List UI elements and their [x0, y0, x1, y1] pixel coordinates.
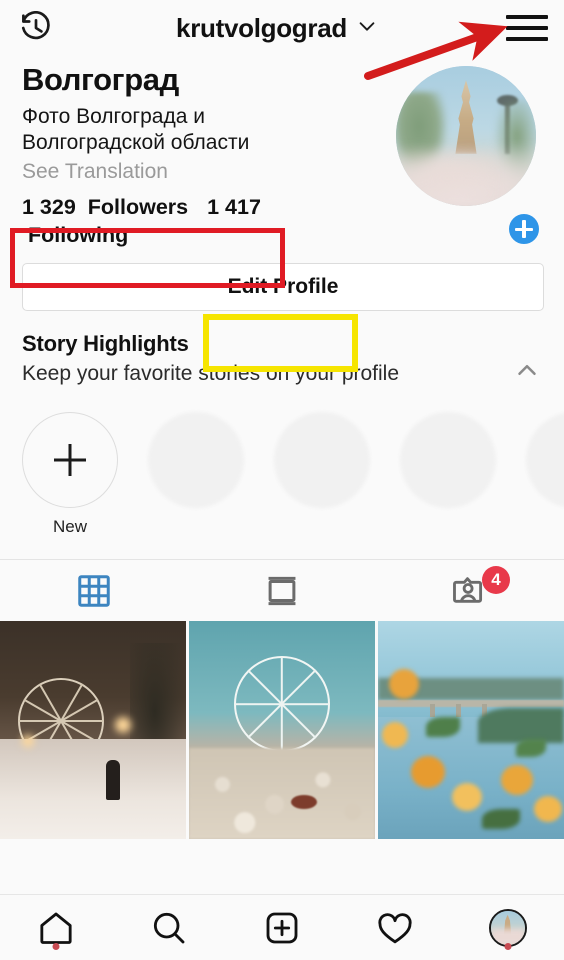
bottom-navigation	[0, 894, 564, 960]
followers-label: Followers	[87, 195, 189, 220]
bio-line-1: Фото Волгограда и	[22, 104, 205, 128]
add-story-button[interactable]	[506, 211, 542, 248]
nav-home[interactable]	[0, 895, 113, 960]
nav-profile[interactable]	[451, 895, 564, 960]
nav-search[interactable]	[113, 895, 226, 960]
followers-count: 1 329	[22, 195, 76, 220]
highlight-placeholder	[274, 412, 370, 509]
post-thumbnail-2[interactable]	[189, 621, 375, 840]
avatar[interactable]	[396, 66, 544, 249]
profile-stats[interactable]: 1 329 Followers 1 417 Following	[22, 194, 280, 249]
tagged-badge: 4	[482, 566, 510, 595]
page-title: Волгоград	[22, 62, 179, 97]
chevron-up-icon[interactable]	[512, 355, 542, 385]
nav-create[interactable]	[226, 895, 339, 960]
username-label: krutvolgograd	[176, 12, 347, 43]
avatar-icon[interactable]	[488, 908, 527, 947]
story-highlights-subtitle: Keep your favorite stories on your profi…	[22, 362, 400, 386]
chevron-down-icon[interactable]	[356, 15, 378, 42]
highlight-placeholder	[148, 412, 244, 509]
grid-overflow-spacer	[0, 839, 564, 894]
profile-info: Волгоград Фото Волгограда и Волгоградско…	[22, 62, 396, 249]
new-highlight-label: New	[52, 517, 87, 537]
profile-section: Волгоград Фото Волгограда и Волгоградско…	[0, 56, 564, 249]
see-translation-link[interactable]: See Translation	[22, 158, 386, 185]
instagram-profile-screen: krutvolgograd Волгоград Фото Волгограда …	[0, 0, 564, 960]
post-thumbnail-1[interactable]	[0, 621, 186, 840]
top-bar: krutvolgograd	[0, 0, 564, 56]
nav-activity[interactable]	[338, 895, 451, 960]
home-notification-dot	[52, 943, 60, 950]
story-highlights-title: Story Highlights	[22, 331, 189, 357]
reels-tab[interactable]	[188, 560, 376, 621]
profile-picture[interactable]	[396, 66, 536, 206]
story-highlights-list: New	[0, 386, 564, 537]
hamburger-menu-icon[interactable]	[504, 10, 548, 46]
story-highlights-header: Story Highlights Keep your favorite stor…	[0, 311, 564, 386]
tagged-tab[interactable]: 4	[376, 560, 564, 621]
plus-icon[interactable]	[22, 412, 118, 509]
bio-line-2: Волгоградской области	[22, 131, 250, 155]
profile-tabs: 4	[0, 559, 564, 622]
highlight-placeholder	[400, 412, 496, 509]
following-count: 1 417	[207, 195, 261, 220]
following-label: Following	[27, 222, 129, 247]
username-dropdown[interactable]: krutvolgograd	[50, 13, 504, 44]
highlight-placeholder	[526, 412, 564, 509]
edit-profile-label: Edit Profile	[227, 275, 339, 299]
post-grid	[0, 621, 564, 840]
edit-profile-button[interactable]: Edit Profile	[22, 263, 544, 312]
new-highlight-button[interactable]: New	[22, 412, 118, 537]
profile-notification-dot	[504, 943, 512, 950]
edit-profile-row: Edit Profile	[0, 249, 564, 312]
post-thumbnail-3[interactable]	[378, 621, 564, 840]
grid-tab[interactable]	[0, 560, 188, 621]
